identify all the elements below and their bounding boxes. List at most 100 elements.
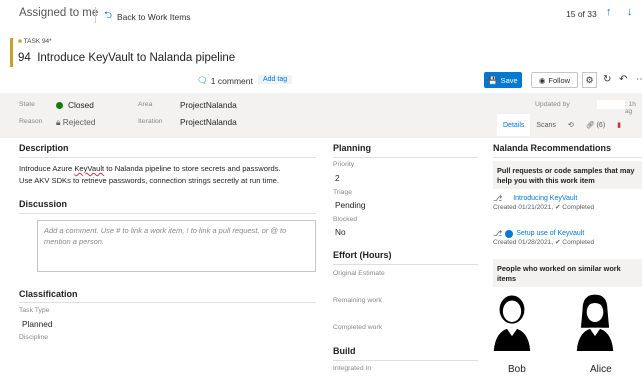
- blocked-value[interactable]: No: [335, 227, 346, 237]
- remaining-work-label: Remaining work: [333, 297, 382, 304]
- tab-history[interactable]: ⟲: [562, 114, 580, 136]
- pull-request-icon: ⎇: [493, 194, 503, 203]
- area-label: Area: [138, 101, 153, 108]
- pr-recommendations-title: Pull requests or code samples that may h…: [497, 166, 635, 185]
- description-text[interactable]: Introduce Azure KeyVault to Nalanda pipe…: [19, 163, 324, 186]
- item-counter: 15 of 33: [566, 9, 597, 19]
- recommendation-item[interactable]: ⎇ Setup use of Keyvault Created 01/28/20…: [493, 229, 642, 247]
- links-count: (6): [596, 121, 606, 129]
- priority-label: Priority: [333, 161, 355, 168]
- divider: [19, 157, 316, 158]
- blocked-label: Blocked: [333, 216, 358, 223]
- recommendations-heading: Nalanda Recommendations: [493, 143, 612, 153]
- task-type-label: Task Type: [19, 307, 50, 314]
- work-item-title[interactable]: 94 Introduce KeyVault to Nalanda pipelin…: [18, 52, 235, 64]
- state-closed-dot: [56, 102, 63, 109]
- divider: [95, 7, 96, 23]
- triage-value[interactable]: Pending: [335, 200, 365, 210]
- comment-count: 1 comment: [210, 75, 253, 86]
- work-item-title-text[interactable]: Introduce KeyVault to Nalanda pipeline: [37, 52, 235, 64]
- effort-heading: Effort (Hours): [333, 250, 392, 260]
- state-field[interactable]: Closed: [56, 100, 94, 110]
- follow-button[interactable]: ◉ Follow: [531, 72, 578, 88]
- task-type-value[interactable]: Planned: [22, 319, 52, 329]
- user-avatar: [19, 220, 31, 232]
- tab-scans[interactable]: Scans: [530, 114, 561, 136]
- completed-work-label: Completed work: [333, 324, 383, 331]
- divider: [333, 264, 478, 265]
- undo-icon[interactable]: ↶: [619, 74, 627, 85]
- settings-gear-icon[interactable]: ⚙: [582, 72, 597, 88]
- divider: [333, 157, 478, 158]
- save-icon: 💾: [488, 75, 498, 85]
- view-title: Assigned to me: [19, 7, 99, 19]
- follow-label: Follow: [548, 75, 571, 85]
- description-line-1: Introduce Azure KeyVault to Nalanda pipe…: [19, 164, 281, 173]
- original-estimate-label: Original Estimate: [333, 270, 385, 277]
- save-button[interactable]: 💾 Save: [484, 72, 522, 88]
- back-to-work-items-link[interactable]: ⮌ Back to Work Items: [104, 8, 191, 25]
- divider: [333, 360, 478, 361]
- blue-status-icon: [505, 229, 514, 238]
- iteration-value[interactable]: ProjectNalanda: [180, 117, 237, 127]
- classification-heading: Classification: [19, 289, 78, 299]
- people-title: People who worked on similar work items: [497, 264, 621, 283]
- discussion-heading: Discussion: [19, 199, 68, 209]
- clipboard-icon: ■: [18, 38, 22, 45]
- person-name-alice[interactable]: Alice: [590, 364, 612, 375]
- comment-input[interactable]: Add a comment. Use # to link a work item…: [37, 220, 316, 272]
- person-avatar-alice-icon[interactable]: [570, 293, 620, 351]
- person-avatar-bob-icon[interactable]: [487, 293, 537, 351]
- divider: [493, 157, 642, 158]
- divider: [19, 302, 316, 303]
- work-item-color-stripe: [10, 38, 13, 67]
- recommendation-link[interactable]: Setup use of Keyvault: [516, 230, 584, 237]
- save-label: Save: [500, 75, 518, 85]
- back-label: Back to Work Items: [117, 11, 191, 22]
- description-heading: Description: [19, 143, 69, 153]
- reason-value: Rejected: [62, 117, 96, 127]
- next-item-icon[interactable]: ↓: [627, 6, 633, 18]
- link-icon: 🔗︎: [585, 122, 595, 129]
- person-name-bob[interactable]: Bob: [508, 364, 526, 375]
- tab-strip: Details Scans ⟲ 🔗︎ (6) ▮: [497, 114, 642, 136]
- work-item-id: 94: [18, 52, 31, 64]
- attachment-icon: ▮: [617, 122, 622, 129]
- tab-attachments[interactable]: ▮: [611, 114, 627, 136]
- lock-icon: 🔒︎: [56, 117, 61, 127]
- priority-value[interactable]: 2: [335, 173, 340, 183]
- updated-time: : 1h ag: [625, 101, 636, 115]
- eye-icon: ◉: [538, 75, 546, 85]
- pull-request-icon: ⎇: [493, 229, 503, 238]
- history-icon: ⟲: [567, 122, 574, 129]
- description-line-2: Use AKV SDKs to retrieve passwords, conn…: [19, 175, 279, 185]
- area-value[interactable]: ProjectNalanda: [180, 100, 237, 110]
- iteration-label: Iteration: [138, 118, 163, 125]
- reason-field[interactable]: 🔒︎ Rejected: [56, 117, 95, 128]
- recommendation-meta: Created 01/28/2021, ✔ Completed: [493, 239, 595, 246]
- state-value: Closed: [68, 100, 94, 110]
- comment-count-link[interactable]: 🗨 1 comment: [197, 75, 253, 86]
- state-label: State: [19, 101, 35, 108]
- work-item-type-tag: ■ TASK 94*: [18, 38, 52, 45]
- reason-label: Reason: [19, 118, 43, 125]
- triage-label: Triage: [333, 189, 353, 196]
- tab-details[interactable]: Details: [497, 114, 531, 136]
- type-tag-text: TASK 94*: [23, 38, 52, 45]
- divider: [19, 213, 316, 214]
- previous-item-icon[interactable]: ↑: [606, 6, 612, 18]
- planning-heading: Planning: [333, 143, 371, 153]
- recommendation-link[interactable]: Introducing KeyVault: [513, 195, 577, 202]
- refresh-icon[interactable]: ↻: [603, 74, 611, 85]
- recommendation-meta: Created 01/21/2021, ✔ Completed: [493, 204, 595, 211]
- comment-icon: 🗨: [197, 75, 208, 85]
- updated-by-user[interactable]: [597, 100, 625, 109]
- add-tag-button[interactable]: Add tag: [258, 75, 293, 84]
- integrated-in-label: Integrated In: [333, 365, 372, 372]
- recommendation-item[interactable]: ⎇ Introducing KeyVault Created 01/21/202…: [493, 194, 642, 212]
- back-arrow-icon: ⮌: [104, 10, 113, 21]
- more-options-icon[interactable]: ⋯: [636, 74, 642, 85]
- tab-links[interactable]: 🔗︎ (6): [580, 114, 611, 136]
- updated-by-label: Updated by: [535, 101, 570, 108]
- discipline-label: Discipline: [19, 334, 49, 341]
